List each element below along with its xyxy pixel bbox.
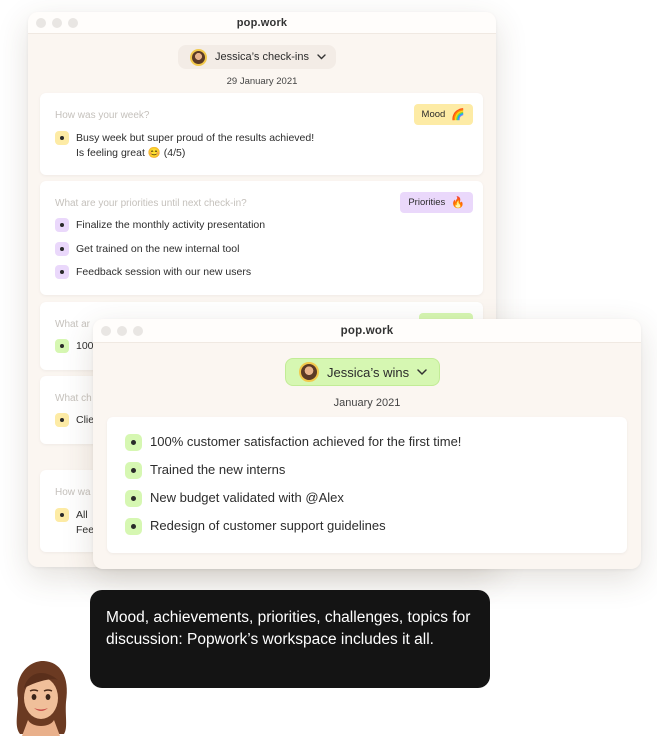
avatar [299,362,319,382]
mood-question: How was your week? [55,110,150,121]
win-text: Redesign of customer support guidelines [150,518,386,533]
win-text: New budget validated with @Alex [150,490,344,505]
feedback-line: Fee [76,524,95,536]
list-item: Redesign of customer support guidelines [125,518,386,535]
achievements-question: What ar [55,319,91,330]
bullet-icon [55,218,69,232]
rainbow-icon: 🌈 [451,109,465,121]
priorities-tag: Priorities 🔥 [400,192,473,213]
list-item: Get trained on the new internal tool [55,242,239,257]
mood-tag: Mood 🌈 [413,104,473,125]
checkins-titlebar: pop.work [28,12,496,34]
win-text: 100% customer satisfaction achieved for … [150,434,462,449]
bullet-icon [55,265,69,279]
priority-text: Finalize the monthly activity presentati… [76,219,266,231]
mood-answer: Busy week but super proud of the results… [55,131,314,161]
maximize-window-button[interactable] [133,326,143,336]
window-title: pop.work [236,17,288,29]
list-item: Finalize the monthly activity presentati… [55,218,265,233]
bullet-icon [125,434,142,451]
list-item: New budget validated with @Alex [125,490,344,507]
mood-answer-line: Busy week but super proud of the results… [76,132,315,144]
bullet-icon [55,131,69,145]
list-item: 100% customer satisfaction achieved for … [125,434,461,451]
caption-bubble: Mood, achievements, priorities, challeng… [90,590,490,688]
maximize-window-button[interactable] [68,18,78,28]
wins-selector[interactable]: Jessica’s wins [285,358,441,386]
chevron-down-icon [417,368,427,375]
mood-answer-line: Is feeling great 😊 (4/5) [76,147,186,159]
wins-date: January 2021 [333,397,401,409]
mood-card: How was your week? Mood 🌈 Busy week but … [40,93,483,175]
checkin-date: 29 January 2021 [226,76,298,87]
window-controls [36,18,78,28]
chevron-down-icon [317,54,326,60]
bullet-icon [55,242,69,256]
list-item: All Fee [55,508,94,538]
wins-card: 100% customer satisfaction achieved for … [107,417,627,553]
bullet-icon [55,508,69,522]
wins-titlebar: pop.work [93,319,641,343]
memoji-avatar-icon [16,660,67,736]
priority-text: Get trained on the new internal tool [76,243,240,255]
minimize-window-button[interactable] [52,18,62,28]
close-window-button[interactable] [101,326,111,336]
checkins-selector-label: Jessica’s check-ins [215,51,309,63]
avatar [190,48,207,66]
fire-icon: 🔥 [451,197,465,209]
mood-tag-label: Mood [421,109,446,120]
feedback-line: All [76,509,88,521]
bullet-icon [125,462,142,479]
bullet-icon [125,490,142,507]
achievement-text: 100 [76,340,94,352]
close-window-button[interactable] [36,18,46,28]
checkins-selector[interactable]: Jessica’s check-ins [178,45,336,69]
wins-selector-label: Jessica’s wins [327,364,410,380]
list-item: 100 [55,339,94,354]
window-controls [101,326,143,336]
challenge-text: Clie [76,414,95,426]
bullet-icon [55,339,69,353]
challenges-question: What ch [55,393,92,404]
priorities-tag-label: Priorities [408,197,446,208]
list-item: Trained the new interns [125,462,285,479]
priorities-question: What are your priorities until next chec… [55,198,247,209]
priority-text: Feedback session with our new users [76,266,252,278]
minimize-window-button[interactable] [117,326,127,336]
wins-window: pop.work Jessica’s wins January 2021 100… [93,319,641,569]
win-text: Trained the new interns [150,462,286,477]
bullet-icon [125,518,142,535]
list-item: Feedback session with our new users [55,265,251,280]
list-item: Clie [55,413,94,428]
bullet-icon [55,413,69,427]
window-title: pop.work [340,325,394,337]
priorities-card: What are your priorities until next chec… [40,181,483,295]
feedback-question: How wa [55,487,91,498]
